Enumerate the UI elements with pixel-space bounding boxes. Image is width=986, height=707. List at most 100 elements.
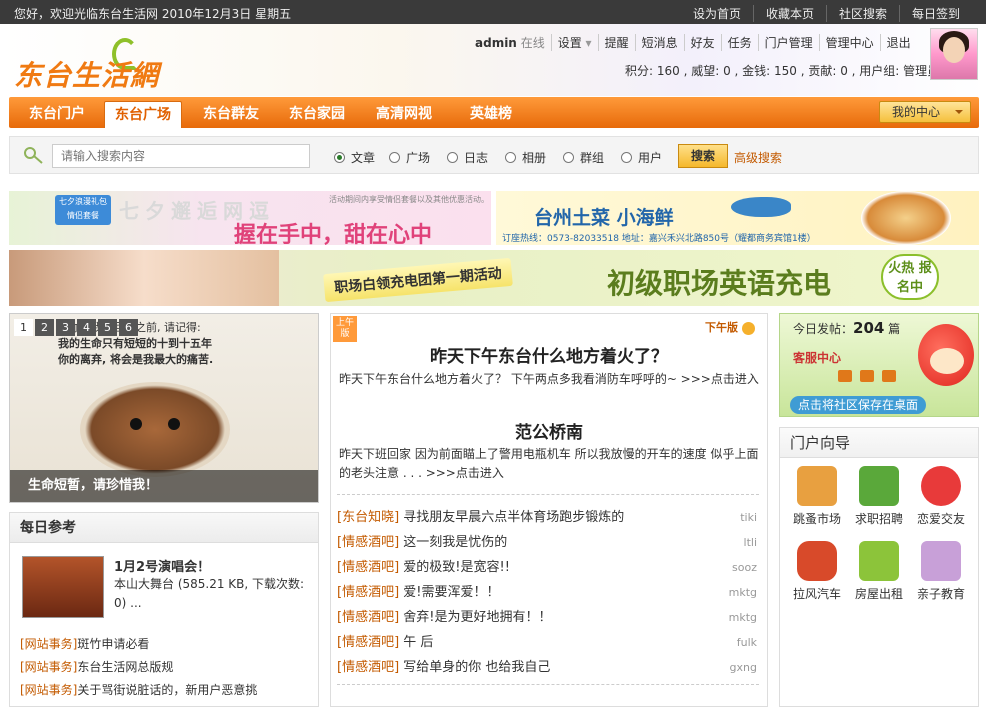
tab-hdtv[interactable]: 高清网视: [364, 101, 444, 128]
list-item[interactable]: [网站事务]斑竹申请必看: [20, 633, 316, 656]
search-option-blog[interactable]: 日志: [447, 149, 488, 166]
radio-icon: [389, 152, 400, 163]
tab-plaza[interactable]: 东台广场: [104, 101, 182, 128]
community-search-link[interactable]: 社区搜索: [825, 5, 899, 22]
qixi-note: 活动期间内享受情侣套餐以及其他优惠活动。: [329, 195, 489, 204]
table-row[interactable]: [情感酒吧] 舍弃!是为更好地拥有！！ mktg: [337, 605, 759, 630]
puppy-eye: [130, 418, 142, 430]
mail-icon[interactable]: [860, 370, 874, 382]
tab-home[interactable]: 东台家园: [277, 101, 357, 128]
portal-admin-link[interactable]: 门户管理: [757, 34, 819, 51]
hearts-icon: [921, 466, 961, 506]
top-links: 设为首页 收藏本页 社区搜索 每日签到: [681, 5, 972, 22]
qixi-banner[interactable]: 七夕浪漫礼包 情侣套餐 七夕邂逅网逗 握在手中，甜在心中 活动期间内享受情侣套餐…: [9, 191, 491, 245]
daily-signin-link[interactable]: 每日签到: [898, 5, 972, 22]
apple-mascot-icon: [918, 324, 974, 386]
slider-caption[interactable]: 生命短暂，请珍惜我！: [10, 470, 318, 502]
portal-jobs[interactable]: 求职招聘: [848, 466, 910, 541]
slide-page-1[interactable]: 1: [14, 319, 33, 336]
daily-reference-panel: 每日参考 1月2号演唱会！ 本山大舞台 (585.21 KB, 下载次数: 0)…: [9, 512, 319, 707]
tab-portal[interactable]: 东台门户: [17, 101, 97, 128]
messages-link[interactable]: 短消息: [634, 34, 684, 51]
user-stats: 积分: 160 , 威望: 0 , 金钱: 150 , 贡献: 0 , 用户组:…: [625, 64, 940, 78]
concert-title[interactable]: 1月2号演唱会！: [114, 556, 210, 575]
search-option-user[interactable]: 用户: [621, 149, 662, 166]
today-posts-panel: 今日发帖：204 篇 客服中心 点击将社区保存在桌面: [779, 313, 979, 417]
set-homepage-link[interactable]: 设为首页: [681, 5, 753, 22]
site-logo[interactable]: 东台生活網: [14, 54, 159, 94]
portal-guide-title: 门户向导: [780, 428, 978, 458]
phone-icon[interactable]: [838, 370, 852, 382]
avatar[interactable]: [930, 28, 978, 80]
image-slider[interactable]: 在你相我带回家之前, 请记得: 我的生命只有短短的十到十五年 你的离弃, 将会是…: [9, 313, 319, 503]
headline-1[interactable]: 昨天下午东台什么地方着火了？: [331, 342, 767, 367]
search-option-group[interactable]: 群组: [563, 149, 604, 166]
daily-title: 每日参考: [10, 513, 318, 543]
portal-parenting[interactable]: 亲子教育: [910, 541, 972, 616]
message-icon[interactable]: [882, 370, 896, 382]
portal-grid: 跳蚤市场 求职招聘 恋爱交友 拉风汽车 房屋出租 亲子教育: [786, 466, 972, 616]
puppy-eye: [168, 418, 180, 430]
seafood-banner[interactable]: 台州土菜 小海鲜 订座热线：0573-82033518 地址：嘉兴禾兴北路850…: [496, 191, 979, 245]
table-row[interactable]: [情感酒吧] 写给单身的你 也给我自己 gxng: [337, 655, 759, 680]
seafood-title: 台州土菜 小海鲜: [534, 207, 674, 229]
user-name-block: admin 在线: [475, 34, 551, 51]
english-activity-tag: 职场白领充电团第一期活动: [323, 257, 513, 303]
settings-menu[interactable]: 设置 ▾: [550, 34, 598, 51]
radio-checked-icon: [334, 152, 345, 163]
table-row[interactable]: [情感酒吧] 爱的极致!是宽容!! sooz: [337, 555, 759, 580]
english-banner[interactable]: 职场白领充电团第一期活动 初级职场英语充电 火热 报名中: [9, 250, 979, 306]
slider-pagination: 1 2 3 4 5 6: [14, 319, 140, 336]
signup-badge[interactable]: 火热 报名中: [881, 254, 939, 300]
tab-friends[interactable]: 东台群友: [191, 101, 271, 128]
slide-page-6[interactable]: 6: [119, 319, 138, 336]
search-bar: 文章 广场 日志 相册 群组 用户 搜索 高级搜索: [9, 136, 979, 174]
table-row[interactable]: [情感酒吧] 这一刻我是忧伤的 ltli: [337, 530, 759, 555]
search-option-plaza[interactable]: 广场: [389, 149, 430, 166]
portal-guide-panel: 门户向导 跳蚤市场 求职招聘 恋爱交友 拉风汽车 房屋出租 亲子教育: [779, 427, 979, 707]
slide-page-3[interactable]: 3: [56, 319, 75, 336]
headline-2[interactable]: 范公桥南: [331, 418, 767, 443]
my-center-dropdown[interactable]: 我的中心: [879, 101, 971, 123]
advanced-search-link[interactable]: 高级搜索: [734, 149, 782, 166]
search-option-article[interactable]: 文章: [334, 149, 375, 166]
tab-heroes[interactable]: 英雄榜: [451, 101, 531, 128]
news-panel: 上午版 下午版 昨天下午东台什么地方着火了？ 昨天下午东台什么地方着火了？ 下午…: [330, 313, 768, 707]
bookmark-link[interactable]: 收藏本页: [752, 5, 826, 22]
table-row[interactable]: [情感酒吧] 爱!需要浑爱！！ mktg: [337, 580, 759, 605]
slide-page-5[interactable]: 5: [98, 319, 117, 336]
radio-icon: [563, 152, 574, 163]
concert-thumbnail[interactable]: [22, 556, 104, 618]
table-row[interactable]: [东台知晓] 寻找朋友早晨六点半体育场跑步锻炼的 tiki: [337, 505, 759, 530]
afternoon-edition-tab[interactable]: 下午版: [705, 319, 755, 335]
search-button[interactable]: 搜索: [678, 144, 728, 168]
house-icon: [797, 466, 837, 506]
chevron-down-icon: ▾: [585, 36, 592, 50]
list-item[interactable]: [网站事务]东台生活网总版规: [20, 656, 316, 679]
logout-link[interactable]: 退出: [879, 34, 917, 51]
slide-page-2[interactable]: 2: [35, 319, 54, 336]
portal-dating[interactable]: 恋爱交友: [910, 466, 972, 541]
morning-edition-badge[interactable]: 上午版: [333, 316, 357, 342]
friends-link[interactable]: 好友: [683, 34, 721, 51]
slide-page-4[interactable]: 4: [77, 319, 96, 336]
portal-rentals[interactable]: 房屋出租: [848, 541, 910, 616]
portal-cars[interactable]: 拉风汽车: [786, 541, 848, 616]
search-option-album[interactable]: 相册: [505, 149, 546, 166]
list-item[interactable]: [网站事务]关于骂街说脏话的，新用户恶意挑: [20, 679, 316, 702]
books-icon: [859, 466, 899, 506]
car-icon: [797, 541, 837, 581]
search-input[interactable]: [52, 144, 310, 168]
username[interactable]: admin: [475, 36, 517, 50]
admin-center-link[interactable]: 管理中心: [818, 34, 880, 51]
today-count: 今日发帖：204 篇: [793, 319, 901, 337]
main-nav: 东台门户 东台广场 东台群友 东台家园 高清网视 英雄榜 我的中心: [9, 97, 979, 128]
tasks-link[interactable]: 任务: [720, 34, 758, 51]
table-row[interactable]: [情感酒吧] 午 后 fulk: [337, 630, 759, 655]
news-list: [东台知晓] 寻找朋友早晨六点半体育场跑步锻炼的 tiki [情感酒吧] 这一刻我…: [337, 505, 759, 680]
portal-flea-market[interactable]: 跳蚤市场: [786, 466, 848, 541]
reminders-link[interactable]: 提醒: [597, 34, 635, 51]
mascot-face: [930, 348, 964, 374]
save-to-desktop-button[interactable]: 点击将社区保存在桌面: [790, 396, 927, 414]
customer-service-label[interactable]: 客服中心: [793, 349, 841, 366]
